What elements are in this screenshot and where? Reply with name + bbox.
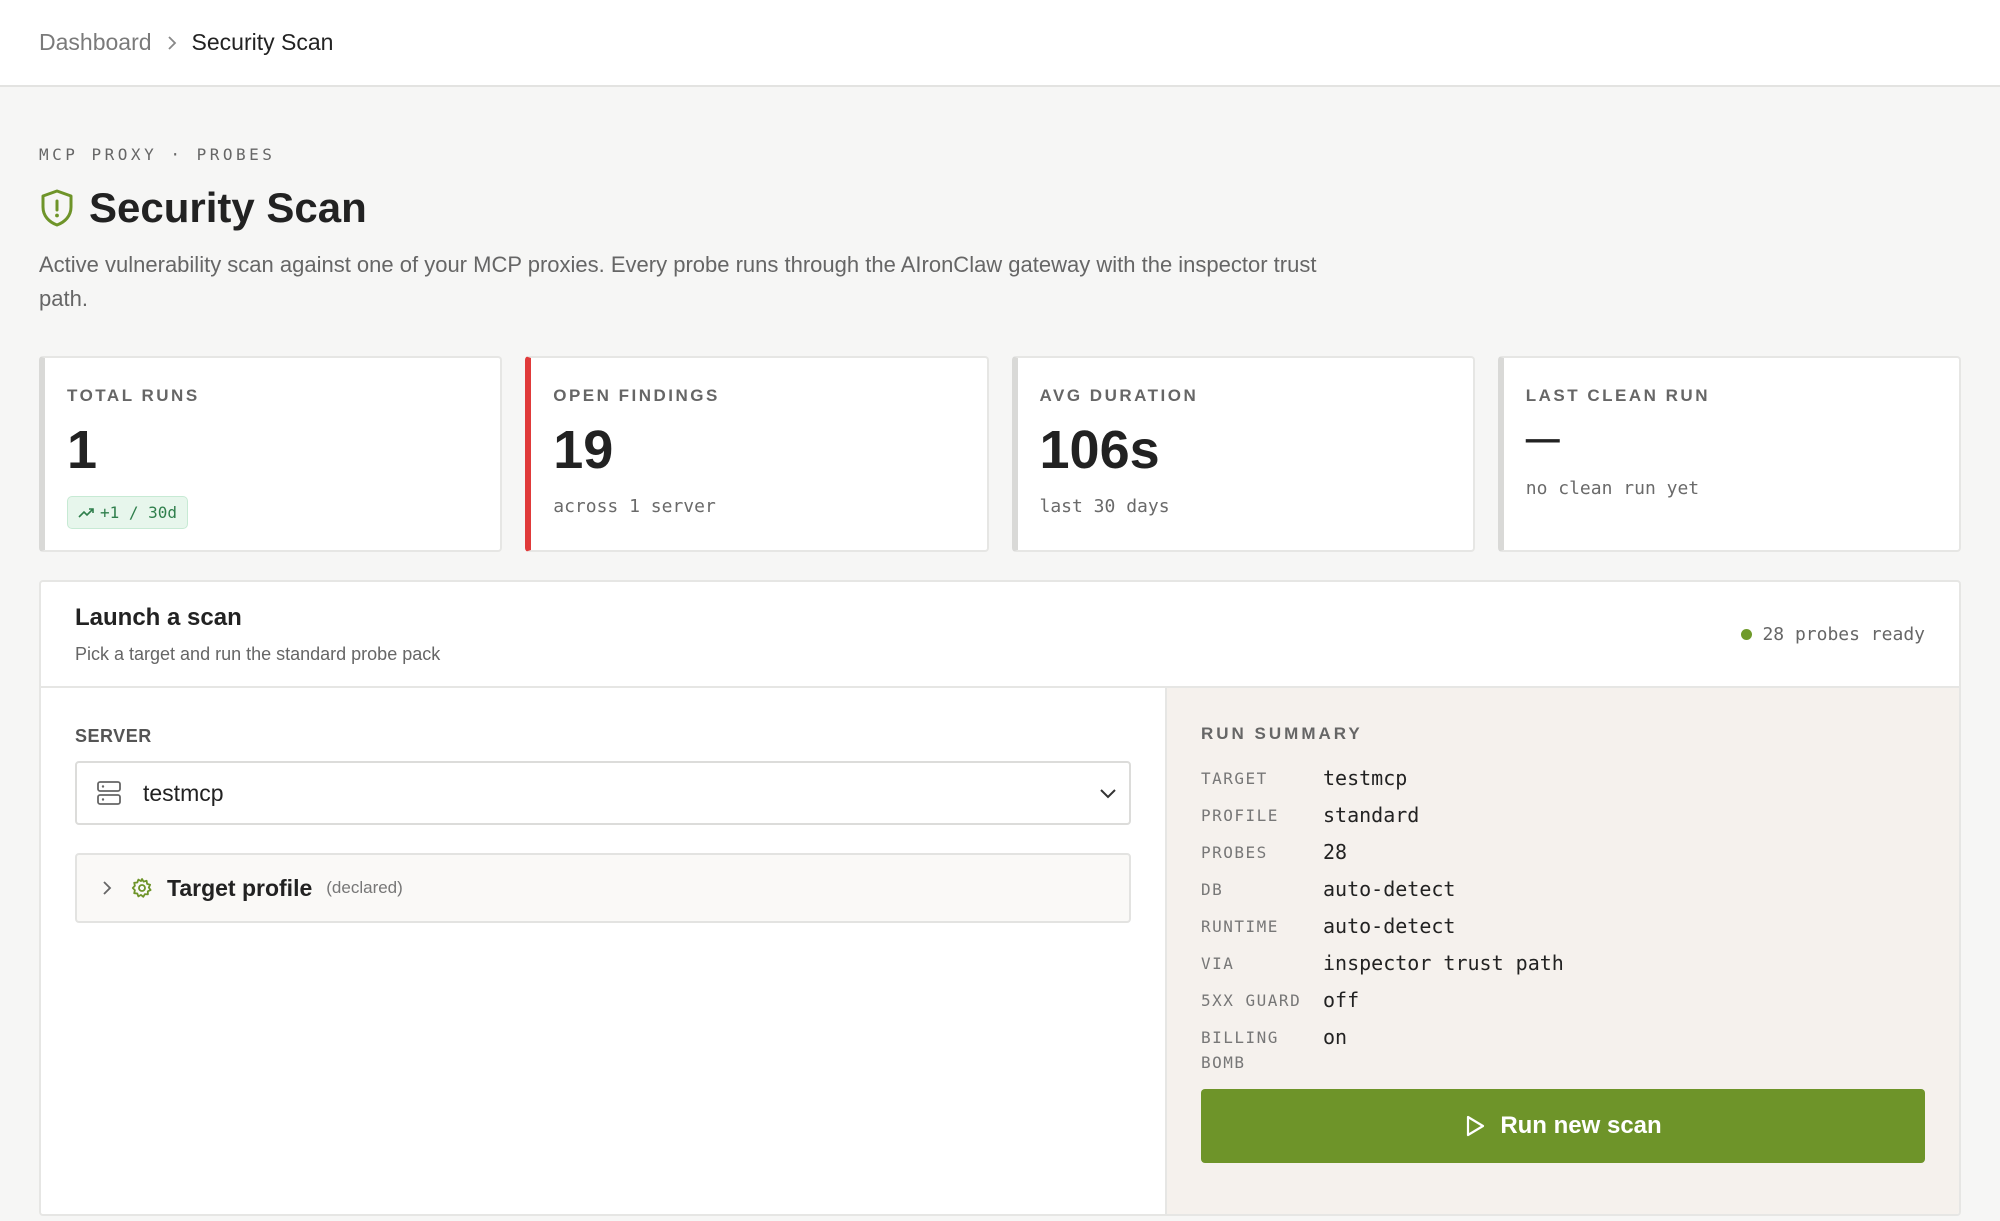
stat-sub: last 30 days (1039, 496, 1170, 517)
stat-card-avg-duration: AVG DURATION 106s last 30 days (1011, 356, 1475, 552)
stat-label: TOTAL RUNS (67, 386, 200, 405)
status-dot (1741, 628, 1753, 640)
breadcrumb: Dashboard Security Scan (39, 29, 333, 56)
gear-icon (131, 877, 153, 899)
summary-value: inspector trust path (1323, 951, 1564, 975)
summary-key: DB (1201, 880, 1224, 899)
run-summary-list: TARGET testmcp PROFILE standard PROBES 2… (1201, 766, 1925, 1075)
summary-value: auto-detect (1323, 914, 1456, 938)
summary-key: RUNTIME (1201, 917, 1279, 936)
summary-row-runtime: RUNTIME auto-detect (1201, 914, 1925, 939)
shield-icon (39, 188, 89, 228)
server-icon (95, 779, 123, 807)
probes-ready-text: 28 probes ready (1762, 623, 1925, 645)
stat-sub: no clean run yet (1525, 478, 1700, 499)
summary-row-db: DB auto-detect (1201, 877, 1925, 902)
summary-key: VIA (1201, 954, 1235, 973)
stat-sub: across 1 server (553, 496, 716, 517)
scan-config: SERVER testmcp Target profile (declared) (41, 688, 1167, 1214)
page-description: Active vulnerability scan against one of… (39, 252, 1317, 311)
launch-title: Launch a scan (75, 603, 242, 631)
stat-label: LAST CLEAN RUN (1525, 386, 1710, 405)
summary-value: off (1323, 988, 1360, 1012)
summary-row-probes: PROBES 28 (1201, 840, 1925, 865)
server-select[interactable]: testmcp (75, 761, 1131, 825)
trend-up-icon (78, 507, 94, 519)
target-profile-toggle[interactable]: Target profile (declared) (75, 853, 1131, 923)
stat-card-last-clean-run: LAST CLEAN RUN — no clean run yet (1497, 356, 1961, 552)
summary-row-via: VIA inspector trust path (1201, 951, 1925, 976)
summary-value: standard (1323, 803, 1420, 827)
run-new-scan-label: Run new scan (1500, 1112, 1662, 1139)
server-select-value: testmcp (143, 779, 224, 806)
summary-value: auto-detect (1323, 877, 1456, 901)
run-summary: RUN SUMMARY TARGET testmcp PROFILE stand… (1167, 688, 1959, 1214)
page-eyebrow: MCP PROXY · PROBES (39, 145, 276, 164)
chevron-down-icon (1099, 787, 1117, 799)
summary-row-profile: PROFILE standard (1201, 803, 1925, 828)
summary-row-billing-bomb: BILLING BOMB on (1201, 1025, 1925, 1075)
probes-ready-status: 28 probes ready (1741, 624, 1925, 645)
top-bar: Dashboard Security Scan (0, 0, 2000, 87)
stat-value: 19 (553, 420, 614, 480)
summary-value: on (1323, 1025, 1348, 1049)
breadcrumb-dashboard[interactable]: Dashboard (39, 29, 152, 56)
page-title: Security Scan (89, 184, 367, 231)
breadcrumb-current: Security Scan (191, 29, 334, 55)
stat-label: OPEN FINDINGS (553, 386, 720, 405)
play-icon (1464, 1114, 1486, 1138)
chevron-right-icon (166, 35, 178, 50)
server-label: SERVER (75, 726, 152, 746)
stat-value: — (1525, 420, 1560, 458)
summary-value: 28 (1323, 840, 1348, 864)
summary-key: 5XX GUARD (1201, 991, 1302, 1010)
summary-value: testmcp (1323, 766, 1408, 790)
stats-row: TOTAL RUNS 1 +1 / 30d OPEN FINDINGS 19 a… (0, 356, 2000, 552)
run-summary-title: RUN SUMMARY (1201, 724, 1363, 743)
summary-key: BILLING BOMB (1201, 1028, 1279, 1072)
summary-key: PROBES (1201, 843, 1268, 862)
stat-value: 1 (67, 420, 98, 480)
summary-row-5xx-guard: 5XX GUARD off (1201, 988, 1925, 1013)
target-profile-title: Target profile (167, 874, 313, 901)
summary-key: PROFILE (1201, 806, 1279, 825)
stat-card-open-findings: OPEN FINDINGS 19 across 1 server (525, 356, 989, 552)
run-new-scan-button[interactable]: Run new scan (1201, 1089, 1925, 1163)
summary-key: TARGET (1201, 769, 1268, 788)
launch-header: Launch a scan Pick a target and run the … (41, 582, 1959, 688)
stat-card-total-runs: TOTAL RUNS 1 +1 / 30d (39, 356, 503, 552)
page-header: MCP PROXY · PROBES Security Scan Active … (0, 87, 2000, 316)
launch-panel: Launch a scan Pick a target and run the … (39, 580, 1961, 1216)
stat-value: 106s (1039, 420, 1160, 480)
trend-text: +1 / 30d (100, 503, 178, 522)
stat-label: AVG DURATION (1039, 386, 1199, 405)
target-profile-note: (declared) (326, 878, 403, 897)
trend-badge: +1 / 30d (67, 496, 189, 529)
launch-subtitle: Pick a target and run the standard probe… (75, 643, 441, 664)
chevron-right-icon (101, 880, 113, 896)
summary-row-target: TARGET testmcp (1201, 766, 1925, 791)
